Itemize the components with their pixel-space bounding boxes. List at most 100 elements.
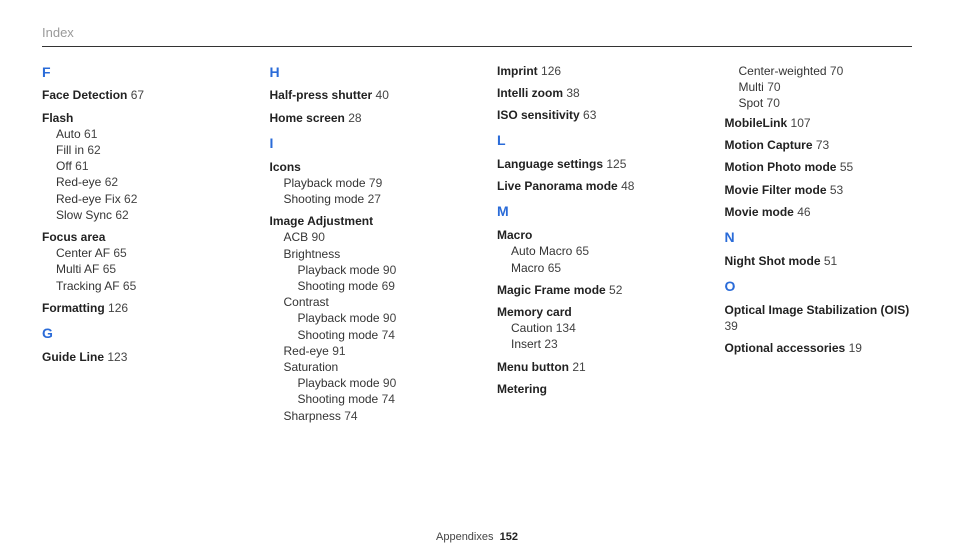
entry-live-panorama[interactable]: Live Panorama mode 48 — [497, 178, 685, 194]
page-header-title: Index — [42, 24, 912, 42]
sub-label: ACB — [284, 230, 309, 244]
entry-movie-mode[interactable]: Movie mode 46 — [725, 204, 913, 220]
sub-label: Spot — [739, 96, 764, 110]
entry-page: 123 — [107, 350, 127, 364]
sub-label: Red-eye — [56, 175, 101, 189]
entry-half-press[interactable]: Half-press shutter 40 — [270, 87, 458, 103]
entry-page: 38 — [566, 86, 579, 100]
entry-image-saturation-playback[interactable]: Playback mode 90 — [298, 375, 458, 391]
entry-metering: Metering — [497, 381, 685, 397]
sub-label: Multi — [739, 80, 764, 94]
entry-memory-insert[interactable]: Insert 23 — [511, 336, 685, 352]
sub-page: 90 — [312, 230, 325, 244]
entry-optional-accessories[interactable]: Optional accessories 19 — [725, 340, 913, 356]
letter-I: I — [270, 134, 458, 153]
entry-label: Half-press shutter — [270, 88, 373, 102]
entry-macro-macro[interactable]: Macro 65 — [511, 260, 685, 276]
entry-face-detection[interactable]: Face Detection 67 — [42, 87, 230, 103]
entry-label: Menu button — [497, 360, 569, 374]
entry-flash: Flash Auto 61 Fill in 62 Off 61 Red-eye … — [42, 110, 230, 223]
entry-flash-off[interactable]: Off 61 — [56, 158, 230, 174]
entry-metering-multi[interactable]: Multi 70 — [739, 79, 913, 95]
sub-label: Sharpness — [284, 409, 341, 423]
entry-language[interactable]: Language settings 125 — [497, 156, 685, 172]
sub-page: 65 — [576, 244, 589, 258]
entry-page: 48 — [621, 179, 634, 193]
sub-label: Caution — [511, 321, 552, 335]
sub-page: 65 — [123, 279, 136, 293]
entry-magic-frame[interactable]: Magic Frame mode 52 — [497, 282, 685, 298]
column-2: H Half-press shutter 40 Home screen 28 I… — [270, 63, 458, 430]
entry-focus-center[interactable]: Center AF 65 — [56, 245, 230, 261]
entry-movie-filter[interactable]: Movie Filter mode 53 — [725, 182, 913, 198]
sub-page: 23 — [544, 337, 557, 351]
entry-focus-tracking[interactable]: Tracking AF 65 — [56, 278, 230, 294]
entry-image-redeye[interactable]: Red-eye 91 — [284, 343, 458, 359]
entry-ois[interactable]: Optical Image Stabilization (OIS) 39 — [725, 302, 913, 334]
sub-label: Off — [56, 159, 72, 173]
entry-flash-redeye[interactable]: Red-eye 62 — [56, 174, 230, 190]
sub-label: Shooting mode — [298, 279, 379, 293]
entry-label: Motion Photo mode — [725, 160, 837, 174]
entry-label: Memory card — [497, 304, 685, 320]
sub-page: 65 — [113, 246, 126, 260]
index-page: Index F Face Detection 67 Flash Auto 61 … — [0, 0, 954, 557]
sub-page: 91 — [332, 344, 345, 358]
entry-flash-fillin[interactable]: Fill in 62 — [56, 142, 230, 158]
entry-imprint[interactable]: Imprint 126 — [497, 63, 685, 79]
entry-formatting[interactable]: Formatting 126 — [42, 300, 230, 316]
entry-memory-caution[interactable]: Caution 134 — [511, 320, 685, 336]
entry-label: Intelli zoom — [497, 86, 563, 100]
entry-image-sharpness[interactable]: Sharpness 74 — [284, 408, 458, 424]
entry-motion-photo[interactable]: Motion Photo mode 55 — [725, 159, 913, 175]
entry-page: 125 — [606, 157, 626, 171]
entry-page: 46 — [797, 205, 810, 219]
entry-guide-line[interactable]: Guide Line 123 — [42, 349, 230, 365]
entry-focus-multi[interactable]: Multi AF 65 — [56, 261, 230, 277]
entry-motion-capture[interactable]: Motion Capture 73 — [725, 137, 913, 153]
entry-image-contrast-playback[interactable]: Playback mode 90 — [298, 310, 458, 326]
entry-page: 40 — [376, 88, 389, 102]
entry-iso[interactable]: ISO sensitivity 63 — [497, 107, 685, 123]
entry-intelli-zoom[interactable]: Intelli zoom 38 — [497, 85, 685, 101]
entry-label: Night Shot mode — [725, 254, 821, 268]
footer-page-number: 152 — [500, 531, 518, 543]
sub-page: 74 — [382, 392, 395, 406]
sub-label: Playback mode — [298, 263, 380, 277]
entry-metering-centerweighted[interactable]: Center-weighted 70 — [739, 63, 913, 79]
entry-focus-area: Focus area Center AF 65 Multi AF 65 Trac… — [42, 229, 230, 294]
entry-metering-spot[interactable]: Spot 70 — [739, 95, 913, 111]
entry-page: 52 — [609, 283, 622, 297]
entry-icons-playback[interactable]: Playback mode 79 — [284, 175, 458, 191]
entry-label: Focus area — [42, 229, 230, 245]
entry-flash-auto[interactable]: Auto 61 — [56, 126, 230, 142]
entry-image-acb[interactable]: ACB 90 — [284, 229, 458, 245]
sub-label: Center AF — [56, 246, 110, 260]
entry-night-shot[interactable]: Night Shot mode 51 — [725, 253, 913, 269]
entry-label: Movie mode — [725, 205, 794, 219]
sub-label: Shooting mode — [298, 328, 379, 342]
entry-home-screen[interactable]: Home screen 28 — [270, 110, 458, 126]
entry-mobilelink[interactable]: MobileLink 107 — [725, 115, 913, 131]
entry-image-brightness-shooting[interactable]: Shooting mode 69 — [298, 278, 458, 294]
entry-image-contrast-shooting[interactable]: Shooting mode 74 — [298, 327, 458, 343]
index-columns: F Face Detection 67 Flash Auto 61 Fill i… — [42, 63, 912, 430]
entry-page: 126 — [108, 301, 128, 315]
sub-page: 62 — [105, 175, 118, 189]
sub-label: Red-eye — [284, 344, 329, 358]
entry-image-adjustment: Image Adjustment ACB 90 Brightness Playb… — [270, 213, 458, 423]
sub-label: Fill in — [56, 143, 84, 157]
entry-flash-slowsync[interactable]: Slow Sync 62 — [56, 207, 230, 223]
sub-label: Auto Macro — [511, 244, 572, 258]
entry-icons-shooting[interactable]: Shooting mode 27 — [284, 191, 458, 207]
entry-flash-redeyefix[interactable]: Red-eye Fix 62 — [56, 191, 230, 207]
letter-F: F — [42, 63, 230, 82]
entry-image-saturation: Saturation — [284, 359, 458, 375]
entry-image-brightness-playback[interactable]: Playback mode 90 — [298, 262, 458, 278]
entry-image-saturation-shooting[interactable]: Shooting mode 74 — [298, 391, 458, 407]
entry-menu-button[interactable]: Menu button 21 — [497, 359, 685, 375]
entry-label: Flash — [42, 110, 230, 126]
sub-label: Playback mode — [298, 376, 380, 390]
entry-label: Optical Image Stabilization (OIS) — [725, 303, 910, 317]
entry-macro-auto[interactable]: Auto Macro 65 — [511, 243, 685, 259]
